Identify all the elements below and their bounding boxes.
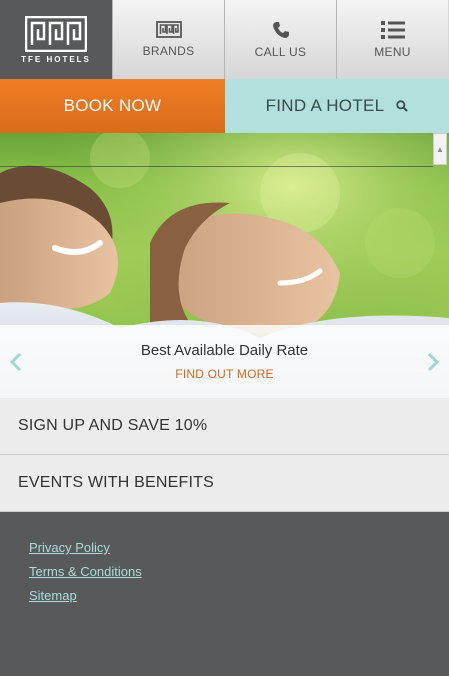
menu-button[interactable]: MENU — [336, 0, 448, 79]
phone-icon — [272, 21, 289, 38]
caption-title: Best Available Daily Rate — [140, 342, 309, 359]
top-navigation: TFE HOTELS BRANDS CALL US MENU — [0, 0, 449, 79]
find-a-hotel-button[interactable]: FIND A HOTEL — [225, 79, 449, 133]
chevron-right-icon[interactable] — [425, 352, 441, 372]
logo-text: TFE HOTELS — [21, 54, 91, 64]
hero-divider — [0, 166, 433, 167]
brands-icon — [155, 21, 182, 38]
tfe-hotels-logo[interactable]: TFE HOTELS — [0, 0, 112, 79]
hero-caption: Best Available Daily Rate FIND OUT MORE — [0, 325, 449, 398]
cta-bar: BOOK NOW FIND A HOTEL — [0, 79, 449, 133]
book-now-button[interactable]: BOOK NOW — [0, 79, 225, 133]
search-icon — [396, 100, 409, 112]
brands-button[interactable]: BRANDS — [112, 0, 224, 79]
scroll-up-arrow[interactable]: ▲ — [433, 133, 447, 165]
greek-key-logo-icon — [25, 15, 87, 52]
call-us-button[interactable]: CALL US — [224, 0, 336, 79]
privacy-policy-link[interactable]: Privacy Policy — [29, 540, 449, 555]
find-out-more-link[interactable]: FIND OUT MORE — [175, 367, 273, 381]
brands-label: BRANDS — [142, 44, 195, 58]
call-us-label: CALL US — [254, 44, 307, 59]
hero-slider: ▲ Best Available Daily Rate FIND OUT MOR… — [0, 133, 449, 398]
chevron-left-icon[interactable] — [8, 352, 24, 372]
sign-up-promo[interactable]: SIGN UP AND SAVE 10% — [0, 398, 449, 455]
footer: Privacy Policy Terms & Conditions Sitema… — [0, 512, 449, 676]
find-a-hotel-label: FIND A HOTEL — [265, 96, 385, 115]
terms-conditions-link[interactable]: Terms & Conditions — [29, 564, 449, 579]
menu-list-icon — [380, 20, 405, 39]
events-promo[interactable]: EVENTS WITH BENEFITS — [0, 455, 449, 512]
sitemap-link[interactable]: Sitemap — [29, 588, 449, 603]
menu-label: MENU — [374, 44, 411, 59]
